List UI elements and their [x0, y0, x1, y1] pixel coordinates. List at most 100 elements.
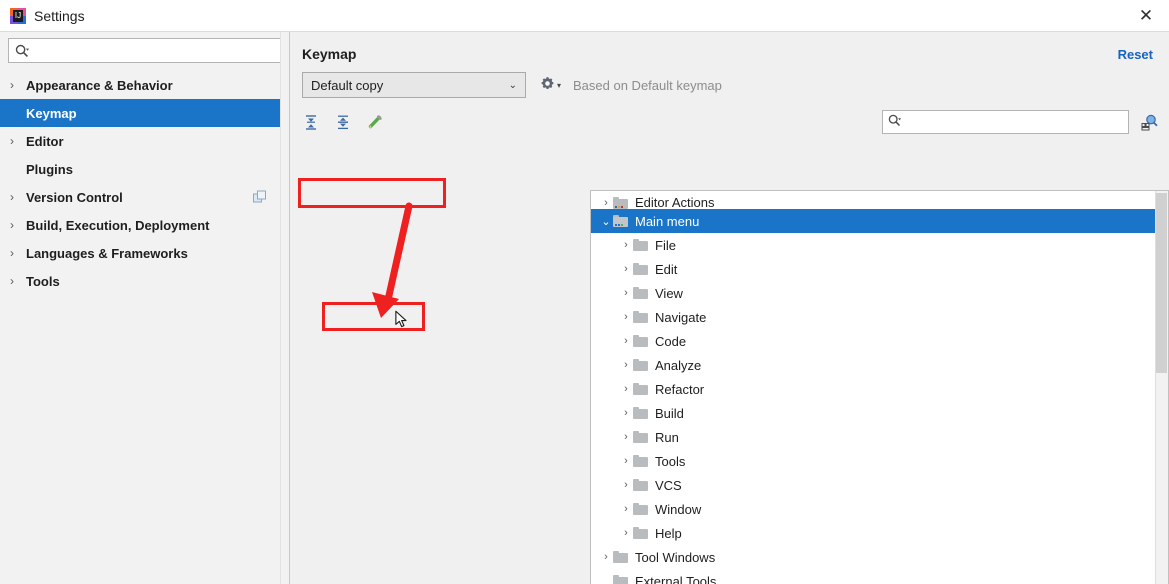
tree-row-refactor[interactable]: › Refactor	[591, 377, 1168, 401]
sidebar-nav-list: › Appearance & Behavior Keymap › Editor …	[0, 71, 289, 295]
tree-row-file[interactable]: › File	[591, 233, 1168, 257]
tree-row-build[interactable]: › Build	[591, 401, 1168, 425]
sidebar-item-editor[interactable]: › Editor	[0, 127, 289, 155]
sidebar-item-appearance-behavior[interactable]: › Appearance & Behavior	[0, 71, 289, 99]
tree-row-analyze[interactable]: › Analyze	[591, 353, 1168, 377]
chevron-right-icon[interactable]: ›	[619, 287, 633, 299]
sidebar-item-tools[interactable]: › Tools	[0, 267, 289, 295]
folder-icon	[633, 503, 648, 515]
keymap-select[interactable]: Default copy ⌄	[302, 72, 526, 98]
tree-row-label: Navigate	[655, 309, 707, 325]
sidebar-item-keymap[interactable]: Keymap	[0, 99, 289, 127]
folder-icon	[613, 551, 628, 563]
chevron-right-icon[interactable]: ›	[619, 335, 633, 347]
keymap-filter-box[interactable]	[882, 110, 1129, 134]
tree-row-external-tools[interactable]: External Tools	[591, 569, 1168, 584]
search-icon	[15, 44, 29, 58]
sidebar-scrollbar[interactable]	[280, 32, 289, 584]
sidebar-item-label: Build, Execution, Deployment	[26, 217, 210, 233]
chevron-down-icon[interactable]: ⌄	[599, 215, 613, 228]
keymap-filter-input[interactable]	[905, 114, 1123, 130]
folder-open-icon	[613, 215, 628, 227]
edit-pencil-icon[interactable]	[366, 113, 384, 131]
collapse-all-icon[interactable]	[334, 113, 352, 131]
chevron-right-icon[interactable]: ›	[619, 431, 633, 443]
tree-row-tool-windows[interactable]: › Tool Windows	[591, 545, 1168, 569]
keymap-toolbar	[290, 98, 1169, 140]
tree-row-view[interactable]: › View	[591, 281, 1168, 305]
sidebar-item-plugins[interactable]: Plugins	[0, 155, 289, 183]
folder-dots-icon	[613, 575, 628, 584]
chevron-right-icon[interactable]: ›	[619, 263, 633, 275]
sidebar-item-build-execution-deployment[interactable]: › Build, Execution, Deployment	[0, 211, 289, 239]
chevron-right-icon[interactable]: ›	[619, 359, 633, 371]
keymap-settings-gear-button[interactable]: ▾	[540, 76, 561, 94]
folder-icon	[633, 287, 648, 299]
tree-rows: › Editor Actions ⌄ Main menu › File › Ed…	[591, 191, 1168, 584]
sidebar-item-label: Appearance & Behavior	[26, 77, 173, 93]
tree-row-window[interactable]: › Window	[591, 497, 1168, 521]
intellij-idea-icon: IJ	[10, 7, 26, 24]
settings-sidebar: › Appearance & Behavior Keymap › Editor …	[0, 32, 290, 584]
sidebar-item-label: Plugins	[26, 161, 73, 177]
tree-row-vcs[interactable]: › VCS	[591, 473, 1168, 497]
chevron-right-icon[interactable]: ›	[619, 311, 633, 323]
chevron-right-icon[interactable]: ›	[619, 455, 633, 467]
chevron-right-icon[interactable]: ›	[599, 197, 613, 209]
tree-row-label: Code	[655, 333, 687, 349]
chevron-down-icon: ⌄	[508, 79, 517, 91]
folder-icon	[633, 311, 648, 323]
tree-row-label: Analyze	[655, 357, 702, 373]
sidebar-item-label: Languages & Frameworks	[26, 245, 188, 261]
tree-row[interactable]: › Editor Actions	[591, 191, 1168, 209]
chevron-right-icon[interactable]: ›	[619, 503, 633, 515]
tree-row-label: Run	[655, 429, 679, 445]
tree-row-edit[interactable]: › Edit	[591, 257, 1168, 281]
folder-icon	[633, 335, 648, 347]
tree-row-label: Refactor	[655, 381, 705, 397]
sidebar-search-box[interactable]	[8, 38, 281, 63]
tree-row-run[interactable]: › Run	[591, 425, 1168, 449]
sidebar-item-version-control[interactable]: › Version Control	[0, 183, 289, 211]
tree-row-code[interactable]: › Code	[591, 329, 1168, 353]
chevron-right-icon: ›	[10, 190, 14, 204]
reset-link[interactable]: Reset	[1118, 47, 1153, 62]
chevron-right-icon[interactable]: ›	[599, 551, 613, 563]
window-title: Settings	[34, 7, 85, 24]
keymap-selector-row: Default copy ⌄ ▾ Based on Default keymap	[290, 62, 1169, 98]
tree-row-label: External Tools	[635, 573, 717, 584]
tree-scrollbar-thumb[interactable]	[1156, 193, 1167, 373]
tree-row-main-menu[interactable]: ⌄ Main menu	[591, 209, 1168, 233]
folder-icon	[633, 383, 648, 395]
tree-row-label: Tools	[655, 453, 686, 469]
tree-row-tools[interactable]: › Tools	[591, 449, 1168, 473]
sidebar-item-languages-frameworks[interactable]: › Languages & Frameworks	[0, 239, 289, 267]
tree-row-label: View	[655, 285, 683, 301]
chevron-right-icon[interactable]: ›	[619, 383, 633, 395]
window-title-bar: IJ Settings ✕	[0, 0, 1169, 32]
tree-row-label: VCS	[655, 477, 682, 493]
tree-row-label: Edit	[655, 261, 678, 277]
sidebar-search-input[interactable]	[33, 42, 274, 59]
based-on-label: Based on Default keymap	[573, 77, 722, 93]
tree-scrollbar[interactable]	[1155, 191, 1168, 584]
folder-icon	[633, 359, 648, 371]
folder-icon	[633, 407, 648, 419]
chevron-right-icon[interactable]: ›	[619, 479, 633, 491]
tree-row-label: File	[655, 237, 676, 253]
tree-row-label: Window	[655, 501, 702, 517]
chevron-right-icon: ›	[10, 218, 14, 232]
copy-settings-icon[interactable]	[253, 190, 267, 204]
chevron-right-icon[interactable]: ›	[619, 407, 633, 419]
find-by-shortcut-icon[interactable]	[1139, 112, 1159, 132]
tree-row-navigate[interactable]: › Navigate	[591, 305, 1168, 329]
chevron-right-icon[interactable]: ›	[619, 239, 633, 251]
sidebar-item-label: Editor	[26, 133, 64, 149]
chevron-right-icon[interactable]: ›	[619, 527, 633, 539]
tree-row-help[interactable]: › Help	[591, 521, 1168, 545]
sidebar-item-label: Keymap	[26, 105, 77, 121]
keymap-actions-tree[interactable]: › Editor Actions ⌄ Main menu › File › Ed…	[590, 190, 1169, 584]
expand-all-icon[interactable]	[302, 113, 320, 131]
close-icon[interactable]: ✕	[1123, 0, 1169, 31]
chevron-right-icon: ›	[10, 246, 14, 260]
